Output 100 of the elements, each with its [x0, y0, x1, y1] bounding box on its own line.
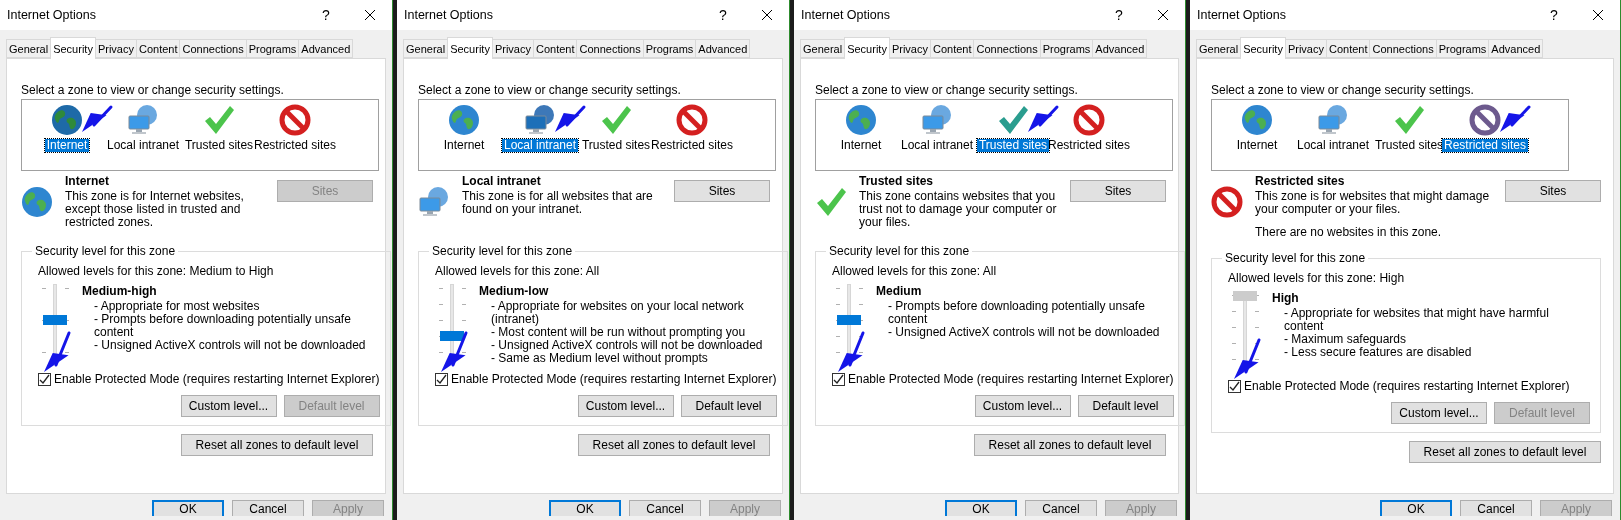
check-icon: [1393, 104, 1425, 136]
zone-item[interactable]: Internet: [838, 139, 884, 152]
zone-description: This zone is for all websites that are found on your intranet.: [462, 190, 654, 216]
help-button[interactable]: ?: [1532, 0, 1576, 30]
tab[interactable]: General: [6, 39, 52, 58]
close-icon: [364, 9, 376, 21]
monitor-globe-icon: [921, 104, 953, 136]
tab[interactable]: Advanced: [1488, 39, 1544, 58]
tab[interactable]: General: [800, 39, 846, 58]
level-description: - Unsigned ActiveX controls will not be downloaded: [888, 326, 1161, 339]
slider-thumb[interactable]: [440, 330, 464, 341]
tab[interactable]: Connections: [1369, 39, 1437, 58]
group-label: Security level for this zone: [34, 244, 177, 258]
tab[interactable]: Security: [1240, 37, 1286, 59]
check-icon: [815, 186, 847, 218]
sites-button[interactable]: Sites: [1070, 180, 1166, 202]
zone-description: This zone contains websites that you trust not to damage your computer or your files.: [859, 190, 1058, 229]
zone-item[interactable]: Local intranet: [1295, 139, 1372, 152]
tab[interactable]: Programs: [642, 39, 697, 58]
reset-zones-button[interactable]: Reset all zones to default level: [578, 434, 770, 456]
zone-item[interactable]: Trusted sites: [976, 139, 1050, 152]
tab[interactable]: Privacy: [94, 39, 137, 58]
dialog-button[interactable]: OK: [1380, 500, 1452, 516]
allowed-levels-text: Allowed levels for this zone: High: [1228, 271, 1406, 285]
prohibited-icon: [1469, 104, 1501, 136]
monitor-globe-icon: [127, 104, 159, 136]
level-description: - Appropriate for websites on your local network (intranet): [491, 300, 745, 326]
tab[interactable]: Privacy: [888, 39, 931, 58]
sites-button[interactable]: Sites: [674, 180, 770, 202]
group-label: Security level for this zone: [1224, 251, 1367, 265]
default-level-button[interactable]: Default level: [680, 395, 777, 417]
dialog-button[interactable]: OK: [549, 500, 621, 516]
tab[interactable]: Programs: [1039, 39, 1094, 58]
level-name: Medium-high: [82, 284, 158, 298]
protected-mode-checkbox[interactable]: [38, 372, 51, 386]
check-icon: [600, 104, 632, 136]
help-button[interactable]: ?: [304, 0, 348, 30]
allowed-levels-text: Allowed levels for this zone: All: [832, 264, 998, 278]
zone-item[interactable]: Local intranet: [502, 139, 579, 152]
tab[interactable]: Security: [50, 37, 96, 59]
reset-zones-button[interactable]: Reset all zones to default level: [974, 434, 1166, 456]
zone-item[interactable]: Local intranet: [105, 139, 182, 152]
tab[interactable]: Privacy: [491, 39, 534, 58]
zone-description: This zone is for Internet websites, except those listed in trusted and restricted zones.: [65, 190, 245, 229]
tab[interactable]: Advanced: [298, 39, 354, 58]
level-description: - Maximum safeguards: [1284, 333, 1408, 346]
tab[interactable]: Advanced: [1092, 39, 1148, 58]
tab[interactable]: Content: [135, 39, 181, 58]
tab[interactable]: Advanced: [695, 39, 751, 58]
globe-icon: [448, 104, 480, 136]
level-name: Medium-low: [479, 284, 550, 298]
tab[interactable]: Connections: [973, 39, 1041, 58]
reset-zones-button[interactable]: Reset all zones to default level: [1409, 441, 1601, 463]
custom-level-button[interactable]: Custom level...: [974, 395, 1071, 417]
tab[interactable]: Security: [844, 37, 890, 59]
custom-level-button[interactable]: Custom level...: [180, 395, 277, 417]
tab[interactable]: Security: [447, 37, 493, 59]
tab[interactable]: Content: [532, 39, 578, 58]
tab[interactable]: General: [403, 39, 449, 58]
dialog-button[interactable]: Cancel: [1025, 500, 1097, 516]
protected-mode-checkbox[interactable]: [832, 372, 845, 386]
help-button[interactable]: ?: [1097, 0, 1141, 30]
tab[interactable]: Connections: [576, 39, 644, 58]
checkbox-label[interactable]: Enable Protected Mode (requires restarting Internet Explorer): [451, 372, 777, 386]
prohibited-icon: [279, 104, 311, 136]
globe-icon: [845, 104, 877, 136]
slider-thumb[interactable]: [43, 315, 67, 325]
close-icon: [1592, 9, 1604, 21]
tab[interactable]: Privacy: [1284, 39, 1327, 58]
help-button[interactable]: ?: [701, 0, 745, 30]
zone-item[interactable]: Internet: [1234, 139, 1280, 152]
dialog-button[interactable]: Cancel: [629, 500, 701, 516]
custom-level-button[interactable]: Custom level...: [577, 395, 674, 417]
dialog-button[interactable]: Cancel: [232, 500, 304, 516]
slider-thumb[interactable]: [837, 315, 861, 325]
zone-item[interactable]: Internet: [441, 139, 487, 152]
tab[interactable]: Connections: [179, 39, 247, 58]
protected-mode-checkbox[interactable]: [435, 372, 448, 386]
window-title: Internet Options: [1197, 8, 1287, 22]
checkbox-label[interactable]: Enable Protected Mode (requires restarting Internet Explorer): [54, 372, 380, 386]
tab[interactable]: Content: [929, 39, 975, 58]
tab[interactable]: General: [1196, 39, 1242, 58]
level-description: - Same as Medium level without prompts: [491, 352, 709, 365]
protected-mode-checkbox[interactable]: [1228, 379, 1241, 393]
tab[interactable]: Content: [1325, 39, 1371, 58]
dialog-button[interactable]: OK: [945, 500, 1017, 516]
reset-zones-button[interactable]: Reset all zones to default level: [181, 434, 373, 456]
zone-item[interactable]: Internet: [44, 139, 90, 152]
zone-item[interactable]: Restricted sites: [1442, 139, 1528, 152]
dialog-button[interactable]: OK: [152, 500, 224, 516]
checkbox-label[interactable]: Enable Protected Mode (requires restarting Internet Explorer): [1244, 379, 1570, 393]
custom-level-button[interactable]: Custom level...: [1391, 402, 1487, 424]
tab[interactable]: Programs: [245, 39, 300, 58]
tab[interactable]: Programs: [1435, 39, 1490, 58]
checkbox-label[interactable]: Enable Protected Mode (requires restarting Internet Explorer): [848, 372, 1174, 386]
zone-item[interactable]: Local intranet: [899, 139, 976, 152]
zone-prompt: Select a zone to view or change security settings.: [418, 83, 682, 97]
dialog-button[interactable]: Cancel: [1460, 500, 1532, 516]
default-level-button[interactable]: Default level: [1077, 395, 1174, 417]
sites-button[interactable]: Sites: [1505, 180, 1601, 202]
